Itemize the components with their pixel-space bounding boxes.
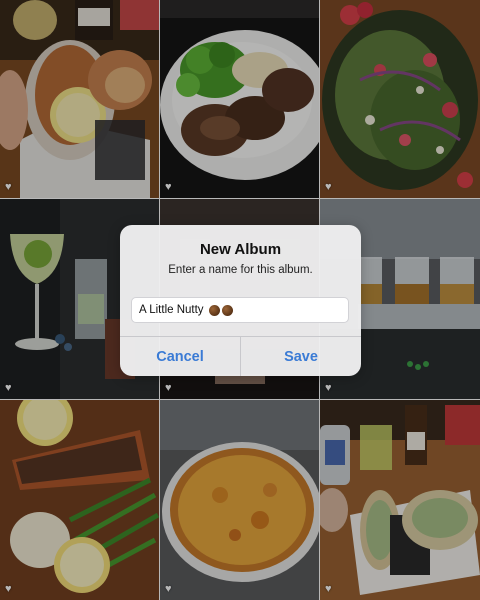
photo-thumbnail[interactable]: ♥ <box>0 0 159 198</box>
heart-icon[interactable]: ♥ <box>325 382 337 394</box>
heart-icon[interactable]: ♥ <box>165 181 177 193</box>
oysters-photo <box>0 0 159 198</box>
dialog-title: New Album <box>199 241 282 258</box>
heart-icon[interactable]: ♥ <box>5 583 17 595</box>
photo-thumbnail[interactable]: ♥ <box>160 0 319 198</box>
heart-icon[interactable]: ♥ <box>165 382 177 394</box>
chestnut-icon <box>208 304 220 316</box>
heart-icon[interactable]: ♥ <box>5 382 17 394</box>
tacos-photo <box>320 400 480 600</box>
chestnut-icon <box>221 304 233 316</box>
chestnut-emoji <box>208 304 233 316</box>
salmon-photo <box>0 400 159 600</box>
photo-thumbnail[interactable]: ♥ <box>320 0 480 198</box>
heart-icon[interactable]: ♥ <box>325 181 337 193</box>
save-button[interactable]: Save <box>241 337 361 376</box>
steak-photo <box>160 0 319 198</box>
album-name-value: A Little Nutty <box>139 304 204 316</box>
dialog-message: Enter a name for this album. <box>168 264 313 276</box>
photo-thumbnail[interactable]: ♥ <box>160 400 319 600</box>
photo-thumbnail[interactable]: ♥ <box>0 400 159 600</box>
heart-icon[interactable]: ♥ <box>5 181 17 193</box>
pizza-photo <box>160 400 319 600</box>
heart-icon[interactable]: ♥ <box>165 583 177 595</box>
photo-thumbnail[interactable]: ♥ <box>320 400 480 600</box>
album-name-input[interactable]: A Little Nutty <box>131 297 349 323</box>
heart-icon[interactable]: ♥ <box>325 583 337 595</box>
cancel-button[interactable]: Cancel <box>120 337 240 376</box>
new-album-dialog: New Album Enter a name for this album. A… <box>120 225 361 376</box>
salad-photo <box>320 0 480 198</box>
